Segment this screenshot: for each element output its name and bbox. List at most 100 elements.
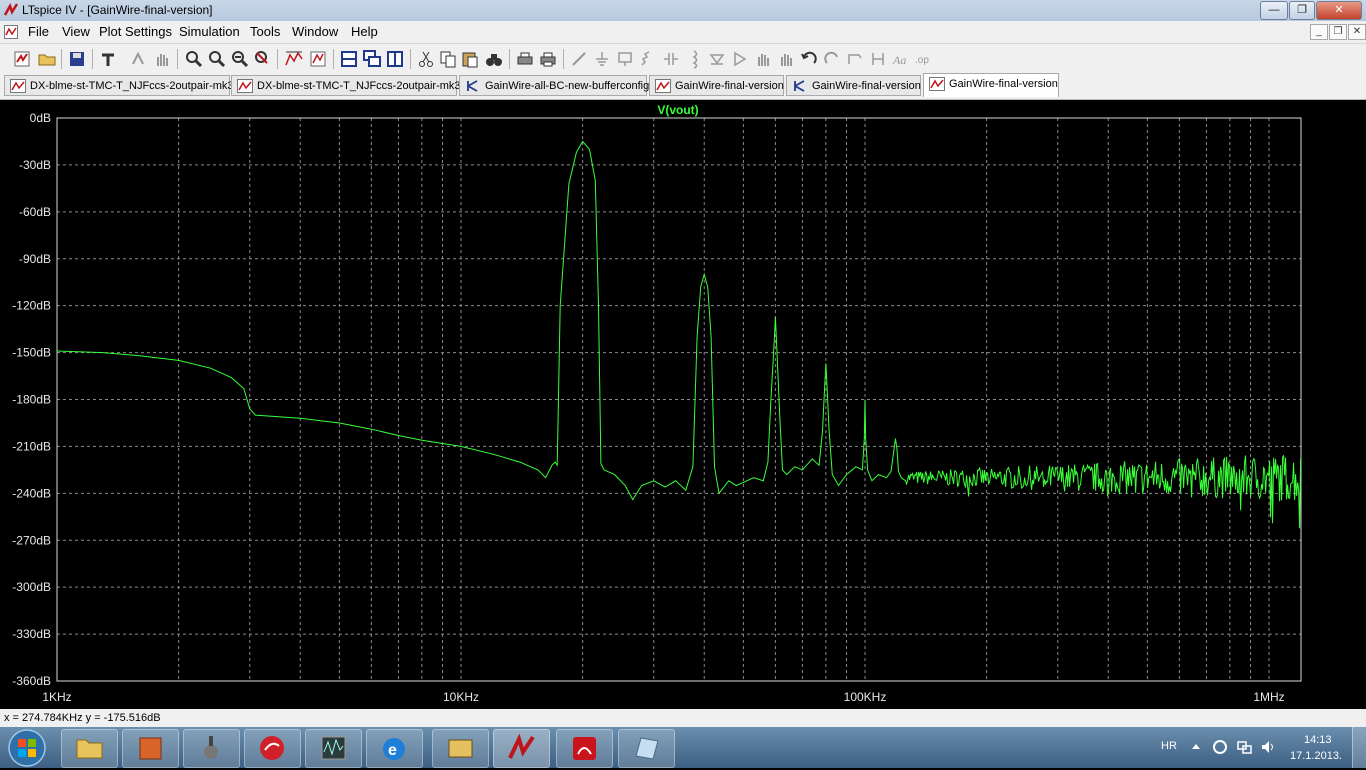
taskbar-app4-button[interactable] (244, 729, 301, 768)
print-setup-icon[interactable] (515, 49, 535, 69)
toolbar: Aa .op (0, 44, 1366, 73)
ground-icon[interactable] (592, 49, 612, 69)
show-hidden-icons-icon[interactable] (1192, 743, 1200, 751)
waveform-plot[interactable]: V(vout) 0dB -30dB -60dB -90dB -120dB -150dB -1… (0, 100, 1366, 709)
trace-label[interactable]: V(vout) (657, 103, 698, 117)
input-language[interactable]: HR (1161, 740, 1177, 752)
tab-dx-blme-1[interactable]: DX-blme-st-TMC-T_NJFccs-2outpair-mk3 (4, 75, 234, 96)
tab-gainwire-final-active[interactable]: GainWire-final-version (923, 73, 1059, 97)
taskbar-app2-button[interactable] (122, 729, 179, 768)
zoom-in-icon[interactable] (184, 49, 204, 69)
maximize-button[interactable]: ❐ (1289, 1, 1315, 20)
start-button[interactable] (4, 728, 50, 768)
close-button[interactable]: ✕ (1316, 1, 1362, 20)
control-panel-icon[interactable] (98, 49, 118, 69)
cut-icon[interactable] (416, 49, 436, 69)
tab-gainwire-final-schematic[interactable]: GainWire-final-version (786, 75, 921, 96)
spice-directive-icon[interactable]: .op (914, 49, 934, 69)
clock-time[interactable]: 14:13 (1304, 734, 1332, 746)
plot-background (0, 100, 1366, 709)
cascade-icon[interactable] (362, 49, 382, 69)
waveform-doc-icon[interactable] (4, 25, 18, 39)
draw-wire-icon[interactable] (569, 49, 589, 69)
inductor-icon[interactable] (684, 49, 704, 69)
find-binoculars-icon[interactable] (484, 49, 504, 69)
tile-horizontal-icon[interactable] (339, 49, 359, 69)
save-icon[interactable] (67, 49, 87, 69)
redo-icon[interactable] (822, 49, 842, 69)
drag-hand-icon[interactable] (776, 49, 796, 69)
rotate-icon[interactable] (845, 49, 865, 69)
resistor-icon[interactable] (638, 49, 658, 69)
tool-icon (204, 736, 218, 759)
taskbar-app3-button[interactable] (183, 729, 240, 768)
zoom-out-icon[interactable] (230, 49, 250, 69)
pan-icon[interactable] (207, 49, 227, 69)
tab-gainwire-final-wave[interactable]: GainWire-final-version (649, 75, 784, 96)
component-icon[interactable] (730, 49, 750, 69)
media-icon (260, 736, 284, 760)
x-tick-label: 10KHz (443, 690, 479, 704)
mdi-close-button[interactable]: ✕ (1348, 24, 1366, 40)
menu-simulation[interactable]: Simulation (179, 24, 240, 39)
tab-dx-blme-2[interactable]: DX-blme-st-TMC-T_NJFccs-2outpair-mk3 (231, 75, 461, 96)
run-icon[interactable] (128, 49, 148, 69)
halt-hand-icon[interactable] (152, 49, 172, 69)
taskbar-explorer-button[interactable] (61, 729, 118, 768)
menu-view[interactable]: View (62, 24, 90, 39)
menu-tools[interactable]: Tools (250, 24, 280, 39)
autorange-icon[interactable] (284, 49, 304, 69)
tab-label: GainWire-final-version (949, 78, 1058, 90)
menu-window[interactable]: Window (292, 24, 338, 39)
taskbar-app10-button[interactable] (618, 729, 675, 768)
internet-explorer-icon: e (383, 738, 405, 760)
folder-icon (76, 739, 103, 759)
x-tick-label: 1MHz (1253, 690, 1284, 704)
taskbar-ie-button[interactable]: e (366, 729, 423, 768)
taskbar-app5-button[interactable] (305, 729, 362, 768)
volume-icon[interactable] (1260, 739, 1276, 755)
mdi-minimize-button[interactable]: _ (1310, 24, 1328, 40)
show-desktop-button[interactable] (1352, 727, 1366, 768)
menu-plot-settings[interactable]: Plot Settings (99, 24, 172, 39)
taskbar-ltspice-button[interactable] (493, 729, 550, 768)
capacitor-icon[interactable] (661, 49, 681, 69)
cursor-readout: x = 274.784KHz y = -175.516dB (4, 712, 161, 724)
move-hand-icon[interactable] (753, 49, 773, 69)
open-folder-icon[interactable] (37, 49, 57, 69)
waveform-tab-icon (929, 77, 945, 91)
menu-help[interactable]: Help (351, 24, 378, 39)
tile-vertical-icon[interactable] (385, 49, 405, 69)
copy-icon[interactable] (438, 49, 458, 69)
text-icon[interactable]: Aa (891, 49, 911, 69)
new-schematic-icon[interactable] (12, 49, 32, 69)
waveform-tab-icon (655, 79, 671, 93)
menu-bar: File View Plot Settings Simulation Tools… (0, 21, 1366, 44)
document-tab-bar: DX-blme-st-TMC-T_NJFccs-2outpair-mk3 DX-… (0, 73, 1366, 100)
minimize-button[interactable]: — (1260, 1, 1288, 20)
y-tick-label: -150dB (12, 346, 51, 360)
mirror-icon[interactable] (868, 49, 888, 69)
clock-date[interactable]: 17.1.2013. (1290, 750, 1342, 762)
menu-file[interactable]: File (28, 24, 49, 39)
ltspice-app-icon (4, 3, 18, 16)
print-icon[interactable] (538, 49, 558, 69)
network-icon[interactable] (1236, 739, 1252, 755)
y-tick-label: -60dB (19, 205, 51, 219)
schematic-tab-icon (794, 80, 805, 92)
taskbar-pdf-button[interactable] (556, 729, 613, 768)
undo-icon[interactable] (799, 49, 819, 69)
sync-icon[interactable] (1212, 739, 1228, 755)
delete-trace-icon[interactable] (308, 49, 328, 69)
paste-icon[interactable] (460, 49, 480, 69)
zoom-full-icon[interactable] (253, 49, 273, 69)
y-tick-label: -210dB (12, 439, 51, 453)
label-net-icon[interactable] (615, 49, 635, 69)
y-tick-label: -300dB (12, 580, 51, 594)
tab-gainwire-all-bc[interactable]: GainWire-all-BC-new-bufferconfig (459, 75, 649, 96)
y-tick-label: -240dB (12, 486, 51, 500)
mdi-restore-button[interactable]: ❐ (1329, 24, 1347, 40)
installer-icon (139, 737, 162, 760)
diode-icon[interactable] (707, 49, 727, 69)
taskbar-app7-button[interactable] (432, 729, 489, 768)
